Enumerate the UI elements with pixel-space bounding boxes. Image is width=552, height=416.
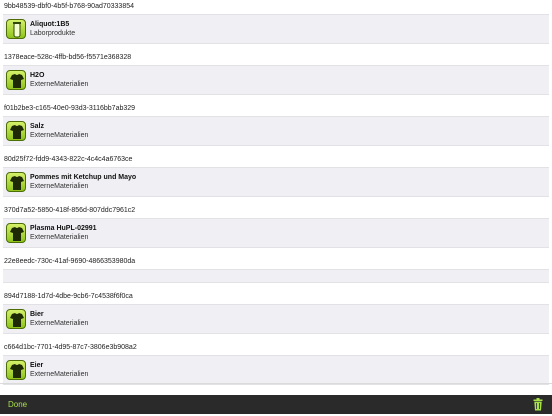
list-item[interactable]: Aliquot:1B5 Laborprodukte (3, 14, 549, 44)
list-item[interactable]: Salz ExterneMaterialien (3, 116, 549, 146)
list-section: c664d1bc-7701-4d95-87c7-3806e3b908a2 Eie… (0, 341, 552, 385)
list-item[interactable]: Pommes mit Ketchup und Mayo ExterneMater… (3, 167, 549, 197)
section-header-uuid: 22e8eedc-730c-41af-9690-4866353980da (0, 255, 552, 269)
item-title: Plasma HuPL-02991 (30, 225, 97, 232)
shirt-icon (6, 223, 26, 243)
divider (0, 383, 552, 384)
list-section: 1378eace-528c-4ffb-bd56-f5571e368328 H2O… (0, 51, 552, 102)
shirt-icon (6, 172, 26, 192)
item-title: H2O (30, 72, 45, 79)
section-header-uuid: 1378eace-528c-4ffb-bd56-f5571e368328 (0, 51, 552, 65)
test-tube-icon (6, 19, 26, 39)
list-item[interactable]: Eier ExterneMaterialien (3, 355, 549, 385)
item-title: Salz (30, 123, 45, 130)
item-title: Bier (30, 311, 44, 318)
done-button[interactable]: Done (8, 400, 27, 409)
section-header-uuid: c664d1bc-7701-4d95-87c7-3806e3b908a2 (0, 341, 552, 355)
shirt-icon (6, 121, 26, 141)
list-section: 370d7a52-5850-418f-856d-807ddc7961c2 Pla… (0, 204, 552, 255)
section-header-uuid: 894d7188-1d7d-4dbe-9cb6-7c4538f6f0ca (0, 290, 552, 304)
list-section: f01b2be3-c165-40e0-93d3-3116bb7ab329 Sal… (0, 102, 552, 153)
list-item[interactable]: Plasma HuPL-02991 ExterneMaterialien (3, 218, 549, 248)
item-title: Pommes mit Ketchup und Mayo (30, 174, 137, 181)
item-subtitle: ExterneMaterialien (30, 320, 89, 327)
trash-icon[interactable] (533, 398, 543, 411)
item-subtitle: Laborprodukte (30, 30, 76, 37)
item-title: Eier (30, 362, 44, 369)
bottom-toolbar: Done (0, 395, 552, 414)
list-section: 22e8eedc-730c-41af-9690-4866353980da (0, 255, 552, 290)
shirt-icon (6, 309, 26, 329)
shirt-icon (6, 70, 26, 90)
section-header-uuid: 80d25f72-fdd9-4343-822c-4c4c4a6763ce (0, 153, 552, 167)
list-item[interactable]: H2O ExterneMaterialien (3, 65, 549, 95)
item-subtitle: ExterneMaterialien (30, 183, 89, 190)
item-subtitle: ExterneMaterialien (30, 81, 89, 88)
item-subtitle: ExterneMaterialien (30, 371, 89, 378)
item-title: Aliquot:1B5 (30, 21, 70, 28)
list-section: 80d25f72-fdd9-4343-822c-4c4c4a6763ce Pom… (0, 153, 552, 204)
list-section: 9bb48539-dbf0-4b5f-b768-90ad70333854 Ali… (0, 0, 552, 51)
list-item[interactable]: Bier ExterneMaterialien (3, 304, 549, 334)
item-list: 9bb48539-dbf0-4b5f-b768-90ad70333854 Ali… (0, 0, 552, 385)
item-subtitle: ExterneMaterialien (30, 132, 89, 139)
shirt-icon (6, 360, 26, 380)
list-item-empty[interactable] (3, 269, 549, 283)
section-header-uuid: 370d7a52-5850-418f-856d-807ddc7961c2 (0, 204, 552, 218)
list-section: 894d7188-1d7d-4dbe-9cb6-7c4538f6f0ca Bie… (0, 290, 552, 341)
section-header-uuid: 9bb48539-dbf0-4b5f-b768-90ad70333854 (0, 0, 552, 14)
item-subtitle: ExterneMaterialien (30, 234, 89, 241)
section-header-uuid: f01b2be3-c165-40e0-93d3-3116bb7ab329 (0, 102, 552, 116)
